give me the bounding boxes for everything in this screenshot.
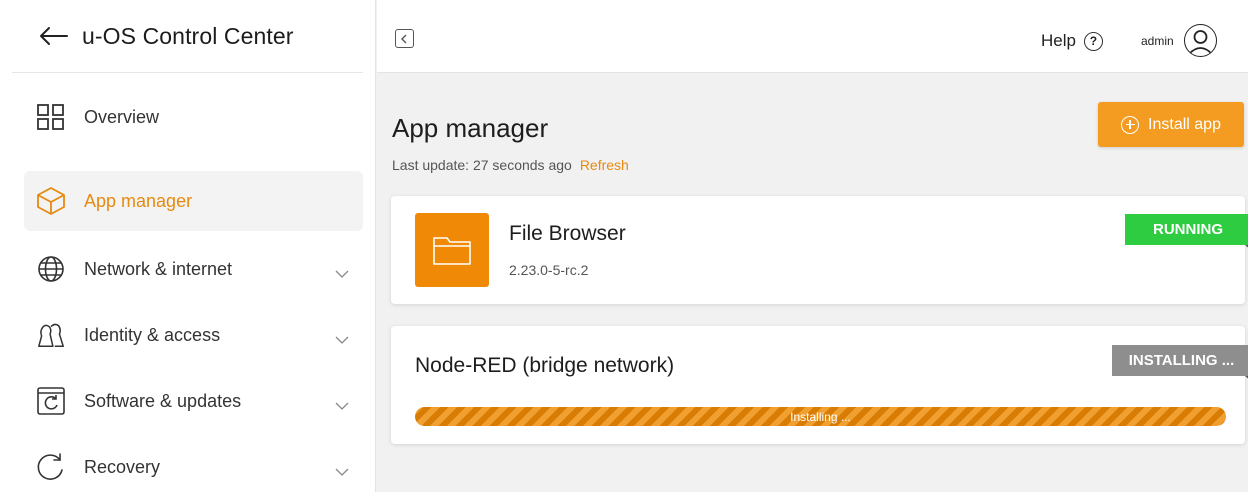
back-arrow-icon[interactable] <box>38 26 68 46</box>
refresh-box-icon <box>36 386 66 416</box>
user-name: admin <box>1141 33 1174 48</box>
last-update: Last update: 27 seconds ago Refresh <box>392 157 629 173</box>
last-update-text: Last update: 27 seconds ago <box>392 157 572 173</box>
sidebar-item-label: Software & updates <box>84 390 242 411</box>
main-content: App manager Last update: 27 seconds ago R… <box>377 74 1248 492</box>
plus-circle-icon <box>1121 115 1140 134</box>
app-name: Node-RED (bridge network) <box>415 354 675 377</box>
help-button[interactable]: Help ? <box>1041 31 1103 51</box>
sidebar-nav: Overview App manager Network & internet … <box>0 73 375 492</box>
app-title: u-OS Control Center <box>82 22 294 49</box>
chevron-down-icon <box>335 331 349 344</box>
app-tile <box>415 213 489 287</box>
sidebar-item-recovery[interactable]: Recovery <box>24 437 363 492</box>
app-name: File Browser <box>509 222 626 245</box>
box-icon <box>36 186 66 216</box>
status-badge: RUNNING <box>1125 214 1248 250</box>
sidebar-item-overview[interactable]: Overview <box>24 87 363 147</box>
user-menu[interactable]: admin <box>1141 24 1217 57</box>
top-bar: Help ? admin <box>377 0 1248 73</box>
chevron-left-icon <box>401 34 407 43</box>
sidebar-header: u-OS Control Center <box>12 0 363 73</box>
globe-icon <box>36 254 66 284</box>
progress-label: Installing ... <box>790 409 851 424</box>
chevron-down-icon <box>335 265 349 278</box>
sidebar-item-label: App manager <box>84 190 193 211</box>
sidebar-item-identity[interactable]: Identity & access <box>24 305 363 365</box>
page-title: App manager <box>392 113 549 143</box>
grid-icon <box>36 102 66 132</box>
help-label: Help <box>1041 31 1076 50</box>
chevron-down-icon <box>335 463 349 476</box>
sidebar-item-software[interactable]: Software & updates <box>24 371 363 431</box>
sidebar-item-app-manager[interactable]: App manager <box>24 171 363 231</box>
sidebar: u-OS Control Center Overview App manager… <box>0 0 376 492</box>
app-version: 2.23.0-5-rc.2 <box>509 262 589 278</box>
folder-icon <box>433 237 471 265</box>
sidebar-item-label: Overview <box>84 106 160 127</box>
install-progress-bar: Installing ... <box>415 407 1226 426</box>
app-card-node-red[interactable]: Node-RED (bridge network) INSTALLING ...… <box>391 326 1248 444</box>
status-badge: INSTALLING ... <box>1112 345 1248 381</box>
sidebar-item-label: Identity & access <box>84 324 221 345</box>
recovery-icon <box>36 452 66 482</box>
sidebar-item-label: Network & internet <box>84 258 233 279</box>
user-avatar-icon <box>1183 24 1217 57</box>
app-card-file-browser[interactable]: File Browser 2.23.0-5-rc.2 RUNNING <box>391 196 1248 304</box>
install-app-button[interactable]: Install app <box>1098 102 1244 147</box>
refresh-link[interactable]: Refresh <box>580 157 629 173</box>
collapse-sidebar-button[interactable] <box>395 29 414 48</box>
question-icon: ? <box>1083 31 1103 51</box>
sidebar-item-label: Recovery <box>84 456 161 477</box>
sidebar-item-network[interactable]: Network & internet <box>24 239 363 299</box>
chevron-down-icon <box>335 397 349 410</box>
install-app-label: Install app <box>1148 115 1221 133</box>
users-icon <box>36 320 66 350</box>
